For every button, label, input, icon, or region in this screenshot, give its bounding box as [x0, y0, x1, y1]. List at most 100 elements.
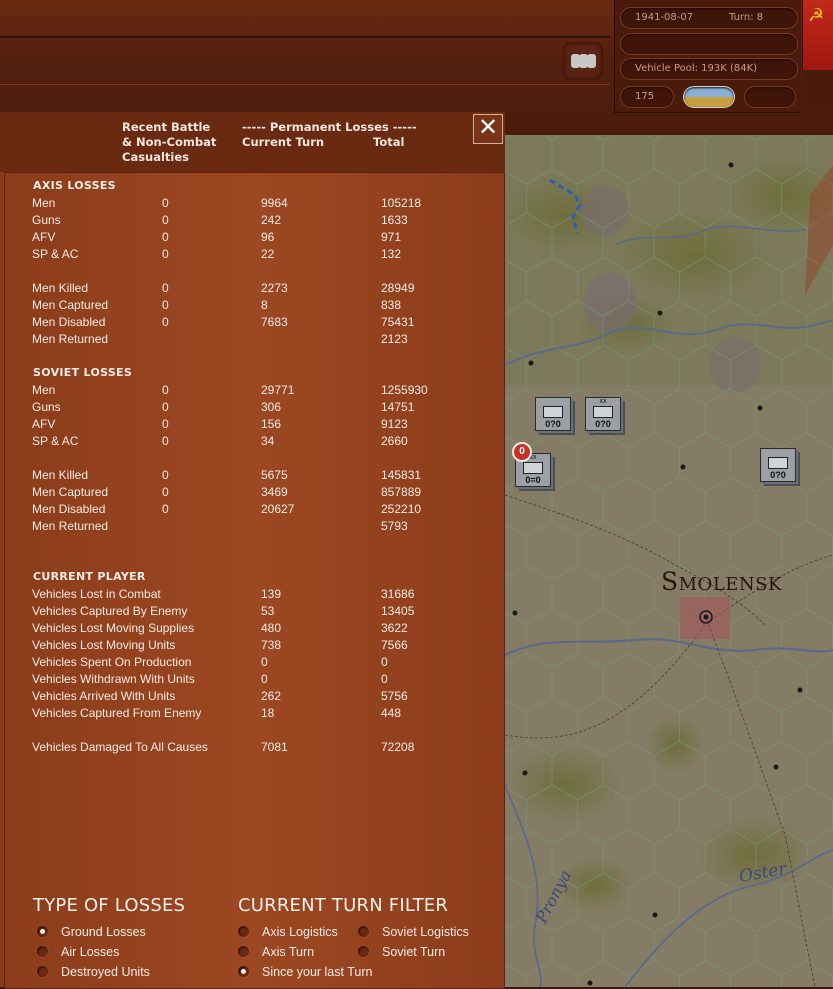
row-label: SP & AC — [32, 247, 79, 261]
current-player-title: CURRENT PLAYER — [33, 570, 146, 583]
loss-row: Vehicles Lost Moving Units 738 7566 — [5, 637, 500, 654]
radio-label: Soviet Logistics — [382, 925, 469, 939]
game-status-panel: 1941-08-07 Turn: 8 Vehicle Pool: 193K (8… — [614, 0, 801, 113]
recent-battle-header: Recent Battle & Non-Combat Casualties — [122, 120, 216, 165]
recent-value: 0 — [162, 383, 169, 397]
row-label: Vehicles Captured From Enemy — [32, 706, 202, 720]
row-label: Men — [32, 196, 56, 210]
radio-button-icon — [358, 926, 369, 937]
loss-row: Men Killed 0 2273 28949 — [5, 280, 500, 297]
header-line: & Non-Combat — [122, 135, 217, 149]
unit-counter[interactable]: 0?0 — [535, 397, 571, 431]
total-value: 448 — [381, 706, 402, 720]
unit-counter[interactable]: 0?0 — [760, 448, 796, 482]
loss-row: Vehicles Lost in Combat 139 31686 — [5, 586, 500, 603]
loss-row: Men 0 29771 1255930 — [5, 382, 500, 399]
vehicle-pool-display: Vehicle Pool: 193K (84K) — [620, 58, 798, 80]
date-turn-display: 1941-08-07 Turn: 8 — [620, 7, 798, 29]
total-value: 3622 — [381, 621, 408, 635]
total-value: 838 — [381, 298, 402, 312]
unit-value: 0?0 — [545, 419, 561, 429]
row-label: Vehicles Arrived With Units — [32, 689, 176, 703]
row-label: Men — [32, 383, 56, 397]
axis-losses-title: AXIS LOSSES — [33, 179, 116, 192]
row-label: Vehicles Spent On Production — [32, 655, 192, 669]
unit-symbol-icon — [523, 462, 543, 474]
loss-row: Men Killed 0 5675 145831 — [5, 467, 500, 484]
loss-row: Vehicles Damaged To All Causes 7081 72208 — [5, 739, 500, 756]
unit-value: 0?0 — [595, 419, 611, 429]
total-value: 132 — [381, 247, 402, 261]
recent-value: 0 — [162, 281, 169, 295]
losses-panel: Recent Battle & Non-Combat Casualties --… — [0, 112, 505, 989]
radio-label: Since your last Turn — [262, 965, 373, 979]
total-value: 9123 — [381, 417, 408, 431]
current-turn-value: 0 — [261, 672, 268, 686]
loss-row: Vehicles Captured By Enemy 53 13405 — [5, 603, 500, 620]
total-value: 7566 — [381, 638, 408, 652]
radio-button-icon — [238, 946, 249, 957]
row-label: Vehicles Lost Moving Units — [32, 638, 176, 652]
game-map[interactable]: Smolensk Oster Pronya 0?0 xx 0?0 xx 0=0 … — [505, 135, 833, 987]
total-value: 1255930 — [381, 383, 428, 397]
total-value: 31686 — [381, 587, 415, 601]
current-turn-header: Current Turn — [242, 135, 325, 149]
loss-row: Men Captured 0 8 838 — [5, 297, 500, 314]
current-turn-value: 306 — [261, 400, 282, 414]
total-value: 105218 — [381, 196, 422, 210]
current-turn-value: 20627 — [261, 502, 295, 516]
loss-row: Men Captured 0 3469 857889 — [5, 484, 500, 501]
total-value: 0 — [381, 655, 388, 669]
unit-value: 0=0 — [525, 475, 541, 485]
radio-button-icon — [37, 946, 48, 957]
total-value: 5756 — [381, 689, 408, 703]
radio-label: Axis Turn — [262, 945, 315, 959]
permanent-losses-header: ----- Permanent Losses ----- — [242, 120, 417, 134]
type-of-losses-title: TYPE OF LOSSES — [33, 895, 186, 916]
unit-value: 0?0 — [770, 470, 786, 480]
current-turn-value: 7081 — [261, 740, 288, 754]
loss-row: AFV 0 96 971 — [5, 229, 500, 246]
weather-icon[interactable] — [683, 86, 735, 108]
loss-row: Men Returned 2123 — [5, 331, 500, 348]
radio-button-icon — [37, 966, 48, 977]
row-label: Men Killed — [32, 281, 89, 295]
recent-value: 0 — [162, 400, 169, 414]
row-label: Vehicles Lost in Combat — [32, 587, 161, 601]
empty-status-field — [620, 33, 798, 55]
radio-button-icon — [238, 966, 249, 977]
radio-button-icon — [37, 926, 48, 937]
city-label: Smolensk — [661, 567, 782, 596]
unit-counter[interactable]: xx 0?0 — [585, 397, 621, 431]
row-label: SP & AC — [32, 434, 79, 448]
total-value: 2660 — [381, 434, 408, 448]
total-value: 252210 — [381, 502, 422, 516]
current-turn-value: 18 — [261, 706, 275, 720]
recent-value: 0 — [162, 213, 169, 227]
losses-table: AXIS LOSSES Men 0 9964 105218 Guns 0 242 1633 AF… — [4, 172, 505, 989]
loss-row: Vehicles Arrived With Units 262 5756 — [5, 688, 500, 705]
radio-label: Air Losses — [61, 945, 120, 959]
loss-row: Guns 0 242 1633 — [5, 212, 500, 229]
row-label: Guns — [32, 400, 61, 414]
current-turn-value: 34 — [261, 434, 275, 448]
loss-row: Vehicles Withdrawn With Units 0 0 — [5, 671, 500, 688]
empty-button[interactable] — [744, 86, 796, 108]
current-turn-value: 9964 — [261, 196, 288, 210]
loss-row: Men Disabled 0 7683 75431 — [5, 314, 500, 331]
loss-row: SP & AC 0 34 2660 — [5, 433, 500, 450]
current-turn-value: 8 — [261, 298, 268, 312]
recent-value: 0 — [162, 315, 169, 329]
unit-display-toggle-button[interactable] — [563, 42, 603, 80]
close-button[interactable]: ✕ — [473, 114, 503, 144]
loss-row: Men 0 9964 105218 — [5, 195, 500, 212]
loss-row: Vehicles Captured From Enemy 18 448 — [5, 705, 500, 722]
row-label: Guns — [32, 213, 61, 227]
current-turn-value: 5675 — [261, 468, 288, 482]
unit-symbol-icon — [593, 406, 613, 418]
current-turn-value: 53 — [261, 604, 275, 618]
losses-header: Recent Battle & Non-Combat Casualties --… — [0, 112, 505, 172]
row-label: Men Disabled — [32, 315, 106, 329]
recent-value: 0 — [162, 230, 169, 244]
total-value: 1633 — [381, 213, 408, 227]
